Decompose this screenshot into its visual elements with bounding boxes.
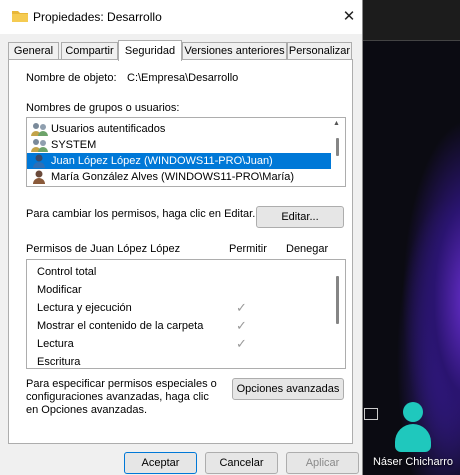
- object-name-value: C:\Empresa\Desarrollo: [127, 72, 239, 84]
- permission-label: Escritura: [37, 356, 81, 368]
- permission-row: Modificar: [37, 282, 82, 298]
- groups-list[interactable]: Usuarios autentificados SYSTEM Juan Lópe…: [26, 117, 346, 187]
- users-group-icon: [31, 138, 48, 153]
- permission-label: Modificar: [37, 284, 82, 296]
- permission-label: Control total: [37, 266, 97, 278]
- background-window: [360, 0, 460, 41]
- permissions-list[interactable]: Control total Modificar Lectura y ejecuc…: [26, 259, 346, 369]
- tab-seguridad[interactable]: Seguridad: [118, 40, 182, 61]
- title-bar: Propiedades: Desarrollo ✕: [0, 0, 362, 34]
- permission-row: Mostrar el contenido de la carpeta: [37, 318, 203, 334]
- allow-check-icon: ✓: [236, 318, 247, 333]
- allow-check-icon: ✓: [236, 336, 247, 351]
- list-item-label: Juan López López (WINDOWS11-PRO\Juan): [51, 155, 273, 167]
- allow-check-icon: ✓: [236, 300, 247, 315]
- tab-personalizar[interactable]: Personalizar: [287, 42, 352, 60]
- tab-general[interactable]: General: [8, 42, 59, 60]
- list-item[interactable]: María González Alves (WINDOWS11-PRO\Marí…: [27, 169, 331, 185]
- user-icon: [31, 170, 48, 185]
- permission-row: Lectura y ejecución: [37, 300, 132, 316]
- folder-icon: [12, 11, 28, 22]
- object-name-label: Nombre de objeto:: [26, 72, 117, 84]
- apply-button[interactable]: Aplicar: [286, 452, 359, 474]
- ok-button[interactable]: Aceptar: [124, 452, 197, 474]
- permission-row: Lectura: [37, 336, 74, 352]
- list-item-label: SYSTEM: [51, 139, 97, 151]
- groups-scrollbar[interactable]: [336, 138, 339, 156]
- permission-label: Lectura: [37, 338, 74, 350]
- cancel-button[interactable]: Cancelar: [205, 452, 278, 474]
- edit-button[interactable]: Editar...: [256, 206, 344, 228]
- permissions-scrollbar[interactable]: [336, 276, 339, 324]
- permission-label: Lectura y ejecución: [37, 302, 132, 314]
- groups-label: Nombres de grupos o usuarios:: [26, 102, 180, 114]
- tab-compartir[interactable]: Compartir: [61, 42, 118, 60]
- users-group-icon: [31, 122, 48, 137]
- user-icon: [31, 154, 48, 169]
- permissions-title: Permisos de Juan López López: [26, 243, 181, 255]
- scroll-up-icon[interactable]: ▲: [333, 120, 340, 127]
- permission-row: Escritura: [37, 354, 81, 368]
- advanced-options-button[interactable]: Opciones avanzadas: [232, 378, 344, 400]
- permission-label: Mostrar el contenido de la carpeta: [37, 320, 204, 332]
- window-title: Propiedades: Desarrollo: [33, 10, 162, 24]
- allow-header: Permitir: [229, 243, 267, 255]
- tab-versiones-anteriores[interactable]: Versiones anteriores: [182, 42, 287, 60]
- advanced-hint-line: configuraciones avanzadas, haga clic: [26, 391, 209, 403]
- advanced-hint-line: Para especificar permisos especiales o: [26, 378, 217, 390]
- desktop-user-icon[interactable]: Náser Chicharro: [372, 398, 454, 473]
- permission-row: Control total: [37, 264, 96, 280]
- close-button[interactable]: ✕: [336, 6, 362, 28]
- list-item-label: Usuarios autentificados: [51, 123, 166, 135]
- list-item-selected[interactable]: Juan López López (WINDOWS11-PRO\Juan): [27, 153, 331, 169]
- list-item-label: María González Alves (WINDOWS11-PRO\Marí…: [51, 171, 295, 183]
- close-icon: ✕: [342, 8, 356, 25]
- user-avatar-icon: [393, 402, 433, 452]
- deny-header: Denegar: [286, 243, 329, 255]
- advanced-hint-line: en Opciones avanzadas.: [26, 404, 148, 416]
- edit-hint: Para cambiar los permisos, haga clic en …: [26, 208, 256, 220]
- properties-dialog: Propiedades: Desarrollo ✕ General Compar…: [0, 0, 363, 475]
- desktop-icon-label: Náser Chicharro: [372, 456, 454, 468]
- security-panel: Nombre de objeto: C:\Empresa\Desarrollo …: [8, 59, 353, 444]
- list-item[interactable]: Usuarios autentificados: [27, 121, 331, 137]
- list-item[interactable]: SYSTEM: [27, 137, 331, 153]
